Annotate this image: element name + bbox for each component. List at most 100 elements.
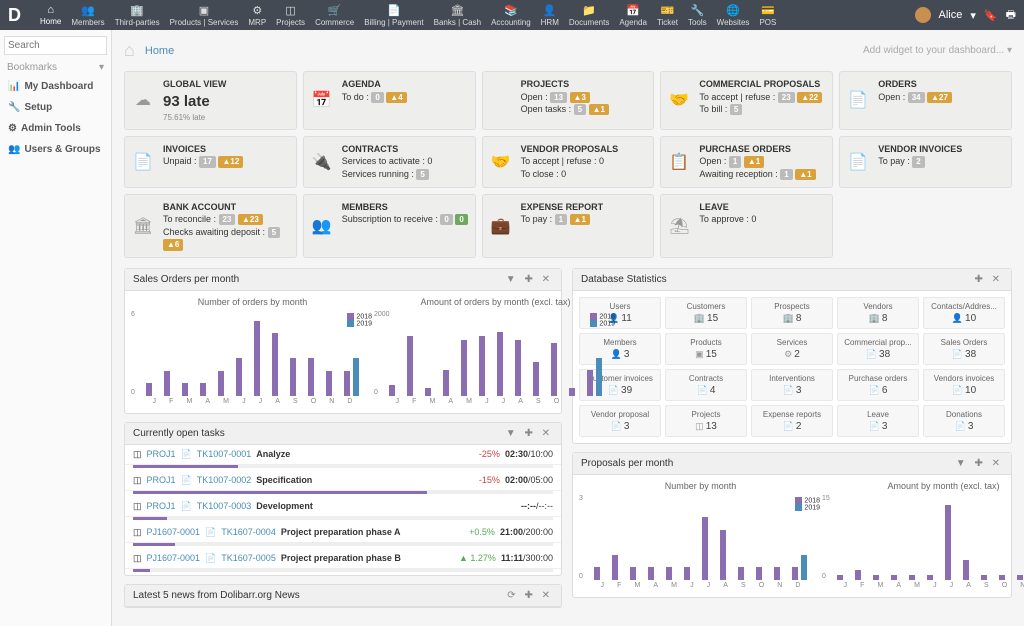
stat-tile[interactable]: Contracts📄4: [665, 369, 747, 401]
nav-tools[interactable]: 🔧Tools: [684, 2, 711, 29]
panel-actions[interactable]: ▼ ✚ ✕: [506, 428, 553, 439]
summary-card[interactable]: �⴮PROJECTSOpen : 13 ▲3Open tasks : 5 ▲1: [482, 71, 655, 130]
summary-card[interactable]: 📋PURCHASE ORDERSOpen : 1 ▲1Awaiting rece…: [660, 136, 833, 188]
nav-documents[interactable]: 📁Documents: [565, 2, 613, 29]
stat-tile[interactable]: Prospects🏢8: [751, 297, 833, 329]
stat-value: 📄10: [926, 385, 1002, 396]
panel-actions[interactable]: ⟳ ✚ ✕: [507, 590, 553, 601]
chevron-down-icon[interactable]: ▾: [970, 9, 976, 22]
nav-banks-cash[interactable]: 🏛Banks | Cash: [430, 2, 485, 29]
task-row[interactable]: ◫PROJ1📄TK1007-0001Analyze-25%02:30/10:00: [125, 445, 561, 465]
add-widget-dropdown[interactable]: Add widget to your dashboard... ▾: [862, 45, 1012, 56]
nav-accounting[interactable]: 📚Accounting: [487, 2, 535, 29]
nav-agenda[interactable]: 📅Agenda: [615, 2, 651, 29]
stat-tile[interactable]: Vendors invoices📄10: [923, 369, 1005, 401]
stat-tile[interactable]: Leave📄3: [837, 405, 919, 437]
nav-third-parties[interactable]: 🏢Third-parties: [111, 2, 164, 29]
chart-bar: [515, 340, 521, 396]
stat-label: Projects: [668, 410, 744, 419]
stat-tile[interactable]: Services⚙2: [751, 333, 833, 365]
summary-card[interactable]: 📄INVOICESUnpaid : 17 ▲12: [124, 136, 297, 188]
card-title: PROJECTS: [521, 78, 648, 91]
card-title: BANK ACCOUNT: [163, 201, 290, 214]
nav-members[interactable]: 👥Members: [67, 2, 108, 29]
bookmarks-dropdown[interactable]: Bookmarks▾: [4, 59, 107, 76]
nav-products-services[interactable]: ▣Products | Services: [166, 2, 243, 29]
task-row[interactable]: ◫PJ1607-0001📄TK1607-0004Project preparat…: [125, 523, 561, 543]
task-row[interactable]: ◫PROJ1📄TK1007-0003Development--:--/--:--: [125, 497, 561, 517]
nav-pos[interactable]: 💳POS: [755, 2, 780, 29]
project-icon: ◫: [133, 501, 142, 512]
card-title: VENDOR PROPOSALS: [521, 143, 648, 156]
nav-icon: 🏢: [130, 4, 144, 17]
stat-tile[interactable]: Contacts/Addres...👤10: [923, 297, 1005, 329]
chart-bar: [702, 517, 708, 580]
sidebar-item[interactable]: 📊My Dashboard: [4, 76, 107, 97]
sidebar-item[interactable]: ⚙Admin Tools: [4, 118, 107, 139]
stat-tile[interactable]: Purchase orders📄6: [837, 369, 919, 401]
stat-value: ⚙2: [754, 349, 830, 360]
task-row[interactable]: ◫PROJ1📄TK1007-0002Specification-15%02:00…: [125, 471, 561, 491]
nav-projects[interactable]: ◫Projects: [272, 2, 309, 29]
home-icon[interactable]: ⌂: [124, 40, 135, 61]
stat-value: 👤10: [926, 313, 1002, 324]
stat-tile[interactable]: Products▣15: [665, 333, 747, 365]
panel-actions[interactable]: ▼ ✚ ✕: [956, 458, 1003, 469]
chart-bar: [353, 358, 359, 396]
chart-bar: [551, 343, 557, 396]
summary-card[interactable]: 🤝COMMERCIAL PROPOSALSTo accept | refuse …: [660, 71, 833, 130]
summary-card[interactable]: 🤝VENDOR PROPOSALSTo accept | refuse : 0T…: [482, 136, 655, 188]
nav-commerce[interactable]: 🛒Commerce: [311, 2, 358, 29]
bookmark-icon[interactable]: 🔖: [984, 9, 998, 22]
chart-bar: [272, 333, 278, 396]
chart: Number of orders by month6020182019JFMAM…: [131, 297, 374, 407]
sidebar-item[interactable]: 👥Users & Groups: [4, 139, 107, 160]
summary-card[interactable]: 📄ORDERSOpen : 34 ▲27: [839, 71, 1012, 130]
breadcrumb-home[interactable]: Home: [145, 45, 174, 57]
stat-tile[interactable]: Interventions📄3: [751, 369, 833, 401]
nav-mrp[interactable]: ⚙MRP: [244, 2, 270, 29]
nav-websites[interactable]: 🌐Websites: [713, 2, 754, 29]
nav-home[interactable]: ⌂Home: [36, 2, 65, 29]
app-logo[interactable]: D: [8, 5, 26, 26]
chart-bar: [756, 567, 762, 580]
panel-actions[interactable]: ▼ ✚ ✕: [506, 274, 553, 285]
stat-tile[interactable]: Vendors🏢8: [837, 297, 919, 329]
summary-card[interactable]: 💼EXPENSE REPORTTo pay : 1 ▲1: [482, 194, 655, 258]
summary-card[interactable]: 📅AGENDATo do : 0 ▲4: [303, 71, 476, 130]
summary-card[interactable]: 🔌CONTRACTSServices to activate : 0Servic…: [303, 136, 476, 188]
nav-icon: 📅: [626, 4, 640, 17]
nav-billing-payment[interactable]: 📄Billing | Payment: [360, 2, 427, 29]
nav-ticket[interactable]: 🎫Ticket: [653, 2, 682, 29]
stat-tile[interactable]: Expense reports📄2: [751, 405, 833, 437]
task-progress: [133, 465, 553, 468]
chart-legend: 20182019: [590, 313, 615, 328]
stat-tile[interactable]: Sales Orders📄38: [923, 333, 1005, 365]
stat-tile[interactable]: Customers🏢15: [665, 297, 747, 329]
card-title: CONTRACTS: [342, 143, 469, 156]
summary-card[interactable]: 📄VENDOR INVOICESTo pay : 2: [839, 136, 1012, 188]
panel-actions[interactable]: ✚ ✕: [974, 274, 1003, 285]
nav-hrm[interactable]: 👤HRM: [537, 2, 563, 29]
nav-icon: 🛒: [328, 4, 342, 17]
task-row[interactable]: ◫PJ1607-0001📄TK1607-0005Project preparat…: [125, 549, 561, 569]
search-input[interactable]: [4, 36, 107, 55]
summary-card[interactable]: 🏛BANK ACCOUNTTo reconcile : 23 ▲23Checks…: [124, 194, 297, 258]
summary-card[interactable]: ☁GLOBAL VIEW93 late75.61% late: [124, 71, 297, 130]
summary-card[interactable]: 👥MEMBERSSubscription to receive : 0 0: [303, 194, 476, 258]
summary-card[interactable]: ⛱LEAVETo approve : 0: [660, 194, 833, 258]
print-icon[interactable]: 🖶: [1006, 6, 1016, 25]
stat-tile[interactable]: Vendor proposal📄3: [579, 405, 661, 437]
card-title: AGENDA: [342, 78, 469, 91]
stat-tile[interactable]: Projects◫13: [665, 405, 747, 437]
stat-tile[interactable]: Commercial prop...📄38: [837, 333, 919, 365]
chart-bar: [666, 567, 672, 580]
stat-tile[interactable]: Donations📄3: [923, 405, 1005, 437]
avatar[interactable]: [915, 7, 931, 23]
stat-value: 📄3: [754, 385, 830, 396]
user-name[interactable]: Alice: [939, 9, 963, 21]
sidebar-item[interactable]: 🔧Setup: [4, 97, 107, 118]
main-content: ⌂ Home Add widget to your dashboard... ▾…: [112, 30, 1024, 626]
task-project: PROJ1: [147, 501, 176, 511]
news-panel: Latest 5 news from Dolibarr.org News⟳ ✚ …: [124, 584, 562, 608]
